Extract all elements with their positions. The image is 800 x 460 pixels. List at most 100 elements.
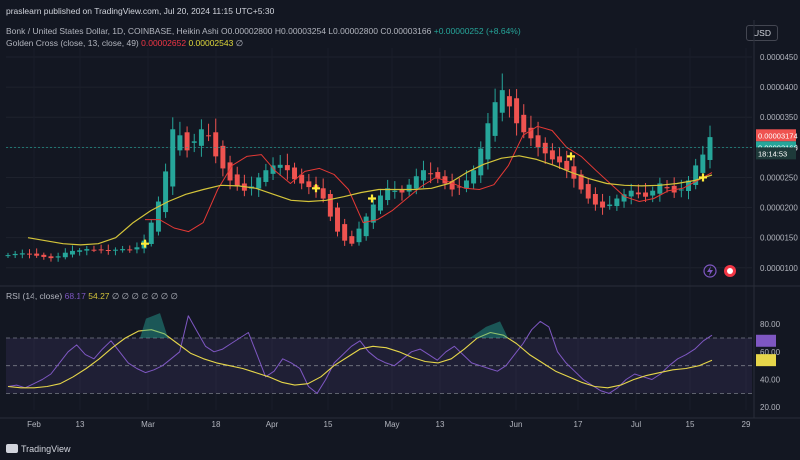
date-tick-label: 18 bbox=[212, 420, 221, 429]
candle-body bbox=[420, 170, 426, 181]
flag-event-inner bbox=[727, 268, 733, 274]
candle-body bbox=[69, 250, 75, 255]
candle-body bbox=[492, 102, 498, 136]
date-tick-label: 15 bbox=[686, 420, 695, 429]
candle-body bbox=[105, 250, 111, 252]
price-tick-label: 0.0000200 bbox=[760, 204, 798, 213]
candle-body bbox=[163, 171, 169, 213]
candle-body bbox=[263, 170, 269, 182]
cross-marker bbox=[699, 173, 707, 182]
candle-body bbox=[607, 204, 613, 207]
candle-body bbox=[664, 187, 670, 189]
candle-body bbox=[234, 174, 240, 187]
candle-body bbox=[91, 249, 97, 251]
candle-body bbox=[98, 249, 104, 251]
candle-body bbox=[542, 142, 548, 154]
tradingview-logo-icon bbox=[6, 444, 18, 453]
candle-body bbox=[284, 165, 290, 171]
candle-body bbox=[478, 148, 484, 176]
candle-body bbox=[557, 156, 563, 163]
candle-body bbox=[120, 249, 126, 251]
candle-body bbox=[12, 253, 18, 256]
candle-body bbox=[700, 154, 706, 173]
price-tick-label: 0.0000350 bbox=[760, 113, 798, 122]
candle-body bbox=[592, 194, 598, 205]
candle-body bbox=[335, 207, 340, 232]
date-tick-label: Feb bbox=[27, 420, 41, 429]
candle-body bbox=[356, 228, 362, 243]
price-tick-label: 0.0000400 bbox=[760, 83, 798, 92]
candle-body bbox=[514, 98, 520, 124]
candle-body bbox=[463, 180, 469, 188]
candles-layer bbox=[5, 73, 713, 262]
candle-body bbox=[306, 181, 312, 188]
candle-body bbox=[413, 176, 419, 189]
candle-body bbox=[521, 114, 527, 133]
chart-canvas[interactable]: 0.00004500.00004000.00003500.00003000.00… bbox=[0, 0, 800, 460]
candle-body bbox=[77, 250, 83, 252]
candle-body bbox=[213, 132, 219, 157]
price-label: 0.00003174 bbox=[758, 131, 798, 140]
overbought-fill bbox=[140, 313, 168, 338]
candle-body bbox=[707, 137, 713, 160]
rsi-tick-label: 80.00 bbox=[760, 320, 781, 329]
candle-body bbox=[320, 188, 326, 199]
candle-body bbox=[643, 192, 649, 197]
candle-body bbox=[198, 129, 204, 146]
cross-marker bbox=[368, 194, 376, 203]
candle-body bbox=[428, 173, 434, 175]
date-tick-label: Mar bbox=[141, 420, 155, 429]
date-tick-label: 29 bbox=[742, 420, 751, 429]
date-tick-label: Jun bbox=[510, 420, 523, 429]
candle-body bbox=[5, 255, 11, 257]
candle-body bbox=[27, 253, 32, 255]
date-tick-label: 13 bbox=[76, 420, 85, 429]
moving-averages bbox=[27, 125, 713, 246]
chart-extras: 0.000031740.0000316618:14:53 bbox=[6, 129, 798, 367]
price-tick-label: 0.0000450 bbox=[760, 53, 798, 62]
candle-body bbox=[55, 256, 61, 258]
candle-body bbox=[678, 189, 684, 191]
price-tick-label: 0.0000250 bbox=[760, 173, 798, 182]
candle-body bbox=[650, 190, 656, 196]
candle-body bbox=[34, 253, 40, 256]
candle-body bbox=[471, 170, 477, 184]
candle-body bbox=[342, 224, 348, 241]
candle-body bbox=[499, 90, 505, 113]
rsi-ma-badge bbox=[756, 354, 776, 367]
candle-body bbox=[549, 150, 555, 160]
date-tick-label: 15 bbox=[324, 420, 333, 429]
candle-body bbox=[184, 132, 190, 151]
candle-body bbox=[127, 249, 133, 251]
candle-body bbox=[191, 141, 197, 143]
cross-marker bbox=[312, 184, 320, 193]
candle-body bbox=[19, 253, 25, 255]
price-tick-label: 0.0000150 bbox=[760, 234, 798, 243]
rsi-badge bbox=[756, 334, 776, 347]
candle-body bbox=[406, 184, 412, 192]
candle-body bbox=[564, 160, 570, 171]
candle-body bbox=[112, 249, 118, 251]
candle-body bbox=[628, 190, 634, 197]
candle-body bbox=[277, 164, 283, 168]
price-tick-label: 0.0000100 bbox=[760, 264, 798, 273]
candle-body bbox=[220, 145, 226, 169]
candle-body bbox=[206, 135, 212, 137]
candle-body bbox=[62, 252, 68, 258]
date-tick-label: 13 bbox=[436, 420, 445, 429]
candle-body bbox=[614, 198, 620, 207]
candle-body bbox=[48, 256, 54, 259]
candle-body bbox=[41, 254, 47, 257]
price-label: 18:14:53 bbox=[758, 149, 787, 158]
candle-body bbox=[635, 192, 641, 195]
rsi-band bbox=[6, 337, 752, 394]
candle-body bbox=[292, 167, 298, 180]
date-tick-label: May bbox=[384, 420, 399, 429]
rsi-tick-label: 40.00 bbox=[760, 376, 781, 385]
candle-body bbox=[506, 96, 512, 107]
footer-brand[interactable]: TradingView bbox=[6, 444, 71, 454]
candle-body bbox=[134, 247, 140, 250]
footer-brand-label: TradingView bbox=[21, 444, 71, 454]
candle-body bbox=[256, 177, 262, 189]
candle-body bbox=[349, 236, 355, 244]
